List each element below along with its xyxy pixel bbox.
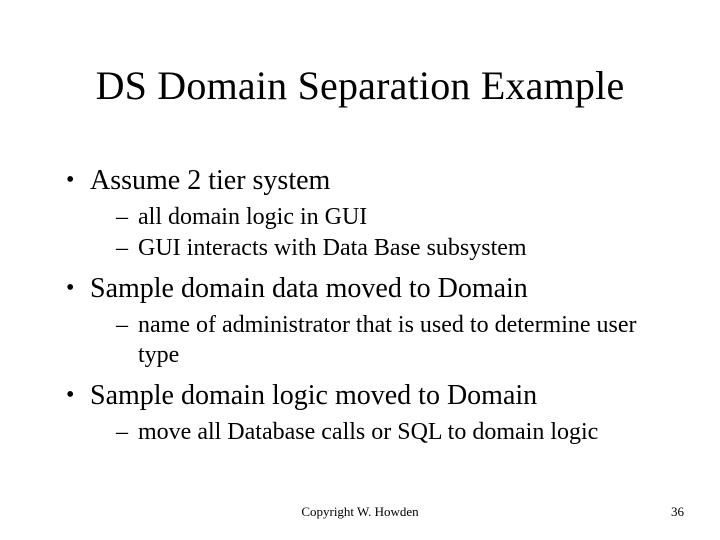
bullet-text: Assume 2 tier system — [90, 165, 330, 196]
sub-bullet-text: name of administrator that is used to de… — [138, 312, 637, 368]
slide: DS Domain Separation Example Assume 2 ti… — [0, 0, 720, 540]
sub-bullet-item: name of administrator that is used to de… — [116, 310, 670, 370]
sub-bullet-list: move all Database calls or SQL to domain… — [90, 417, 670, 447]
slide-body: Assume 2 tier system all domain logic in… — [62, 163, 670, 455]
bullet-item: Assume 2 tier system all domain logic in… — [62, 163, 670, 263]
bullet-item: Sample domain logic moved to Domain move… — [62, 378, 670, 447]
sub-bullet-text: move all Database calls or SQL to domain… — [138, 419, 598, 445]
bullet-text: Sample domain data moved to Domain — [90, 273, 528, 304]
bullet-list: Assume 2 tier system all domain logic in… — [62, 163, 670, 447]
sub-bullet-item: move all Database calls or SQL to domain… — [116, 417, 670, 447]
sub-bullet-list: name of administrator that is used to de… — [90, 310, 670, 370]
slide-title: DS Domain Separation Example — [0, 62, 720, 109]
bullet-text: Sample domain logic moved to Domain — [90, 380, 537, 411]
footer-copyright: Copyright W. Howden — [0, 504, 720, 520]
sub-bullet-item: GUI interacts with Data Base subsystem — [116, 233, 670, 263]
sub-bullet-text: all domain logic in GUI — [138, 204, 367, 230]
sub-bullet-item: all domain logic in GUI — [116, 202, 670, 232]
sub-bullet-list: all domain logic in GUI GUI interacts wi… — [90, 202, 670, 263]
footer-page-number: 36 — [671, 504, 684, 520]
bullet-item: Sample domain data moved to Domain name … — [62, 271, 670, 370]
sub-bullet-text: GUI interacts with Data Base subsystem — [138, 235, 527, 261]
